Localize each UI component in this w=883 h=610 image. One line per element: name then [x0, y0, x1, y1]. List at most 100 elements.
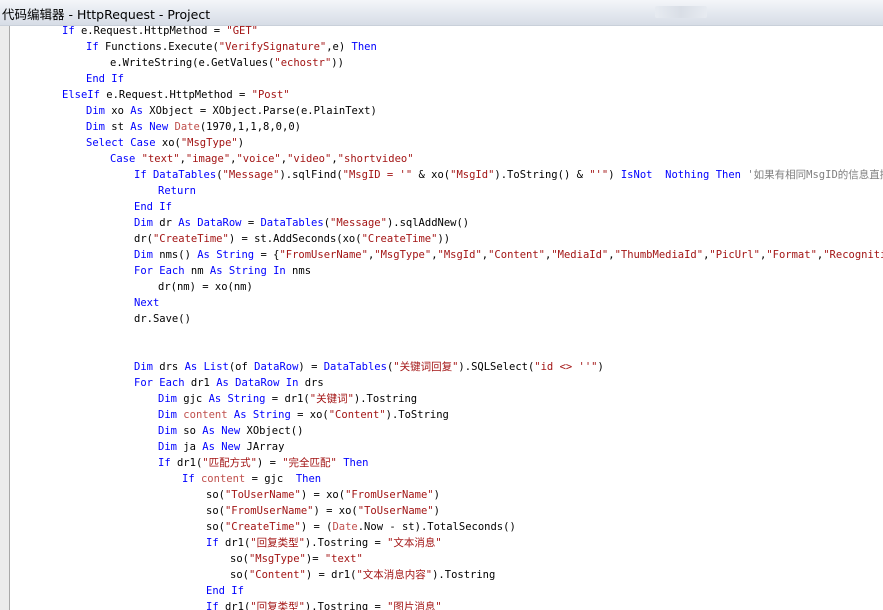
code-token: e.Request.HttpMethod = — [99, 89, 252, 101]
code-token: DataRow — [254, 361, 299, 373]
code-line[interactable]: Dim xo As XObject = XObject.Parse(e.Plai… — [86, 103, 377, 119]
code-line[interactable]: Case "text","image","voice","video","sho… — [110, 151, 414, 167]
code-token: "text" — [141, 153, 180, 165]
code-token: "MsgType" — [248, 553, 306, 565]
code-line[interactable]: If dr1("回复类型").Tostring = "图片消息" — [206, 599, 442, 610]
code-line[interactable]: so("MsgType")= "text" — [230, 551, 363, 567]
code-line[interactable]: Next — [134, 295, 159, 311]
code-line[interactable]: If e.Request.HttpMethod = "GET" — [62, 26, 258, 39]
code-token: = dr1( — [265, 393, 310, 405]
code-line[interactable]: If dr1("匹配方式") = "完全匹配" Then — [158, 455, 369, 471]
code-editor[interactable]: If e.Request.HttpMethod = "GET" If Functi… — [10, 26, 883, 610]
code-token: dr — [152, 217, 179, 229]
code-token: As String In — [209, 265, 286, 277]
code-token: so( — [230, 553, 249, 565]
code-line[interactable]: Select Case xo("MsgType") — [86, 135, 244, 151]
code-token: ) — [433, 505, 440, 517]
code-token: Dim — [134, 361, 153, 373]
code-token: Date — [174, 121, 200, 133]
code-line[interactable]: Dim st As New Date(1970,1,1,8,0,0) — [86, 119, 301, 135]
code-token: "shortvideo" — [337, 153, 414, 165]
code-token: Select Case — [86, 137, 156, 149]
code-token: content — [200, 473, 246, 485]
code-token: Dim — [134, 249, 153, 261]
code-line[interactable]: Return — [158, 183, 196, 199]
code-token: ) = xo( — [300, 489, 346, 501]
code-line[interactable]: Dim gjc As String = dr1("关键词").Tostring — [158, 391, 417, 407]
code-line[interactable]: so("CreateTime") = (Date.Now - st).Total… — [206, 519, 516, 535]
code-line[interactable]: so("ToUserName") = xo("FromUserName") — [206, 487, 440, 503]
code-token: Return — [158, 185, 196, 197]
code-token: "文本消息内容" — [356, 569, 433, 581]
code-token: Then — [351, 41, 377, 53]
code-token: ).sqlFind( — [279, 169, 343, 181]
code-line[interactable]: For Each dr1 As DataRow In drs — [134, 375, 324, 391]
code-token: As — [178, 217, 191, 229]
code-token: (1970,1,1,8,0,0) — [199, 121, 301, 133]
code-token: ).SQLSelect( — [458, 361, 535, 373]
code-line[interactable]: e.WriteString(e.GetValues("echostr")) — [110, 55, 344, 71]
code-token: As String — [197, 249, 255, 261]
code-token: "回复类型" — [250, 537, 305, 549]
code-line[interactable]: For Each nm As String In nms — [134, 263, 311, 279]
code-line[interactable]: End If — [134, 199, 172, 215]
code-token: Then — [343, 457, 369, 469]
code-token: Dim — [158, 425, 177, 437]
code-token: If — [62, 26, 75, 37]
code-line[interactable]: Dim dr As DataRow = DataTables("Message"… — [134, 215, 469, 231]
code-line[interactable]: dr("CreateTime") = st.AddSeconds(xo("Cre… — [134, 231, 450, 247]
code-line[interactable]: ElseIf e.Request.HttpMethod = "Post" — [62, 87, 290, 103]
code-line[interactable]: Dim nms() As String = {"FromUserName","M… — [134, 247, 883, 263]
title-bar-blurred-text — [655, 6, 707, 18]
code-token: dr1( — [218, 537, 251, 549]
code-token: "video" — [287, 153, 332, 165]
code-token: "Format" — [766, 249, 817, 261]
code-token: "CreateTime" — [152, 233, 229, 245]
code-line[interactable]: Dim ja As New JArray — [158, 439, 284, 455]
code-token: List — [203, 361, 229, 373]
code-line[interactable]: End If — [86, 71, 124, 87]
code-line[interactable]: If DataTables("Message").sqlFind("MsgID … — [134, 167, 883, 183]
code-token: DataRow — [197, 217, 242, 229]
code-token: Case — [110, 153, 136, 165]
code-line[interactable]: Dim content As String = xo("Content").To… — [158, 407, 449, 423]
code-line[interactable]: If Functions.Execute("VerifySignature",e… — [86, 39, 377, 55]
code-token: As — [130, 105, 143, 117]
code-token: "MediaId" — [551, 249, 609, 261]
code-line[interactable]: If dr1("回复类型").Tostring = "文本消息" — [206, 535, 442, 551]
code-token: As String — [208, 393, 266, 405]
code-token: dr( — [134, 233, 153, 245]
code-token: ).Tostring = — [304, 537, 388, 549]
code-token: If — [134, 169, 147, 181]
code-token: ja — [176, 441, 203, 453]
code-line[interactable]: Dim drs As List(of DataRow) = DataTables… — [134, 359, 604, 375]
code-line[interactable]: dr(nm) = xo(nm) — [158, 279, 253, 295]
code-token: dr1( — [170, 457, 203, 469]
code-line[interactable]: If content = gjc Then — [182, 471, 321, 487]
code-token: DataRow In — [235, 377, 299, 389]
code-token: "MsgId" — [450, 169, 495, 181]
code-token: End If — [86, 73, 124, 85]
code-token: Dim — [86, 121, 105, 133]
code-token: "FromUserName" — [279, 249, 368, 261]
code-token: ).Tostring — [353, 393, 418, 405]
code-token: Dim — [134, 217, 153, 229]
code-line[interactable]: so("Content") = dr1("文本消息内容").Tostring — [230, 567, 495, 583]
code-token: so( — [206, 489, 225, 501]
code-token: content — [183, 409, 228, 421]
code-line[interactable]: dr.Save() — [134, 311, 191, 327]
code-token: = — [241, 217, 261, 229]
code-token: Dim — [86, 105, 105, 117]
code-token: "Post" — [251, 89, 290, 101]
code-line[interactable]: End If — [206, 583, 244, 599]
code-token: )) — [437, 233, 451, 245]
code-token: ).Tostring = — [304, 601, 388, 610]
code-token: "图片消息" — [387, 601, 442, 610]
code-token: "Message" — [222, 169, 280, 181]
code-token: Then — [295, 473, 322, 485]
code-token: Date — [332, 521, 358, 533]
code-token: "文本消息" — [387, 537, 442, 549]
code-line[interactable]: so("FromUserName") = xo("ToUserName") — [206, 503, 440, 519]
code-token: ) — [597, 361, 604, 373]
code-line[interactable]: Dim so As New XObject() — [158, 423, 303, 439]
